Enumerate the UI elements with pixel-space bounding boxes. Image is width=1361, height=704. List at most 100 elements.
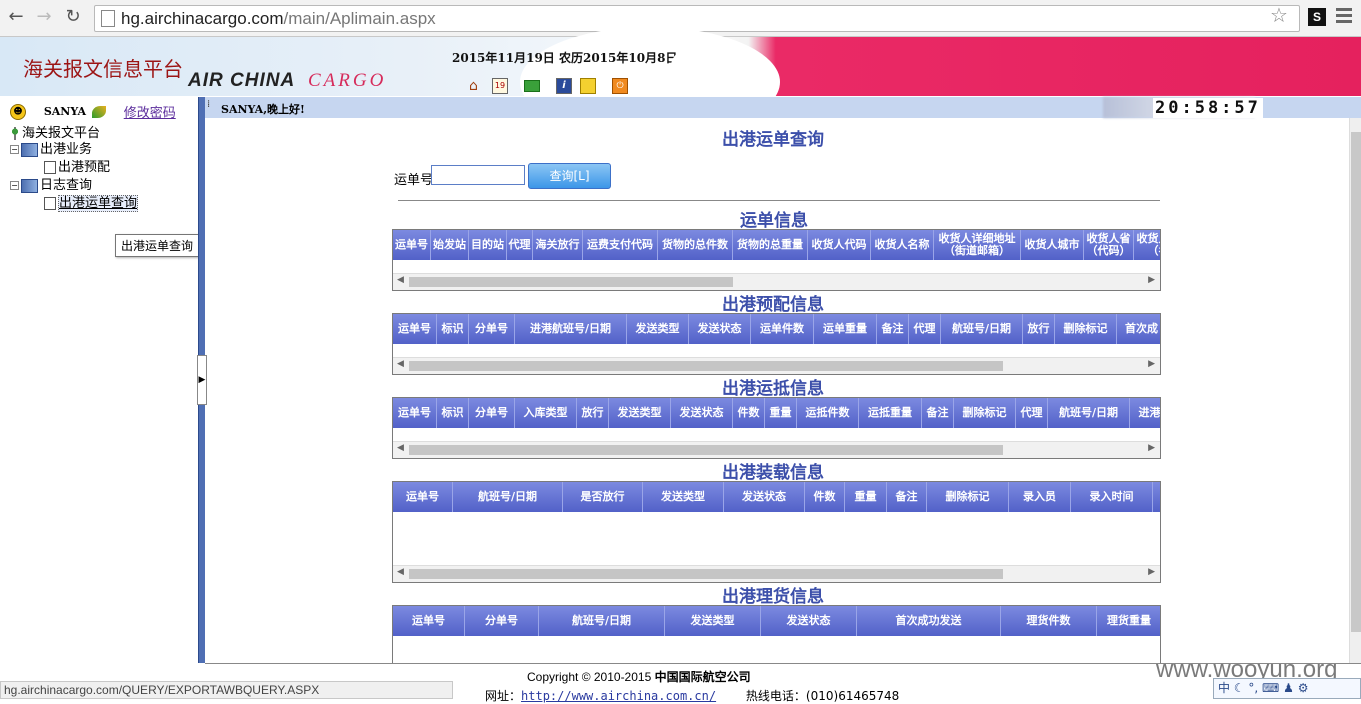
section-title: 出港预配信息	[722, 295, 824, 315]
tree-item-label: 出港运单查询	[58, 195, 139, 212]
horizontal-scrollbar[interactable]: ◀ ▶	[393, 565, 1160, 582]
tree-group-label: 出港业务	[40, 142, 93, 157]
tree-item-label: 出港预配	[58, 160, 111, 175]
site-title: 海关报文信息平台	[23, 57, 183, 81]
info-icon[interactable]: i	[556, 78, 572, 94]
table-header: 运单号 标识 分单号 入库类型 放行 发送类型 发送状态 件数 重量 运抵件数 …	[393, 398, 1160, 428]
column-header: 放行	[577, 398, 609, 428]
book-icon	[21, 178, 38, 193]
column-header: 运单号	[393, 482, 453, 512]
column-header: 删除标记	[954, 398, 1016, 428]
main-content: 出港运单查询 运单号 查询[L] 运单信息 运单号 始发站 目的站 代理 海关放…	[205, 118, 1347, 663]
column-header: 分单号	[465, 606, 539, 636]
url-path: /main/Aplimain.aspx	[283, 9, 436, 28]
tree-root[interactable]: 海关报文平台	[10, 125, 100, 142]
column-header: 删除标记	[927, 482, 1009, 512]
extension-badge[interactable]: S	[1308, 8, 1326, 26]
site-label: 网址：	[485, 689, 522, 703]
column-header: 货物的总重量	[733, 230, 808, 260]
column-header: 分单号	[469, 314, 515, 344]
power-icon[interactable]: ⏻	[612, 78, 628, 94]
table-header: 运单号 始发站 目的站 代理 海关放行 运费支付代码 货物的总件数 货物的总重量…	[393, 230, 1160, 260]
mail-icon[interactable]	[524, 80, 540, 92]
column-header: 标识	[437, 398, 469, 428]
column-header: 运单件数	[751, 314, 814, 344]
column-header: 发送类型	[665, 606, 761, 636]
column-header: 首	[1153, 482, 1160, 512]
key-icon[interactable]	[580, 78, 596, 94]
column-header: 发送状态	[761, 606, 857, 636]
column-header: 发送类型	[627, 314, 689, 344]
site-link[interactable]: http://www.airchina.com.cn/	[521, 689, 716, 703]
copyright: Copyright © 2010-2015 中国国际航空公司	[527, 668, 751, 685]
greeting-text: SANYA,晚上好!	[221, 103, 305, 116]
collapse-icon[interactable]: −	[10, 145, 19, 154]
outbound-tally-table: 运单号 分单号 航班号/日期 发送类型 发送状态 首次成功发送 理货件数 理货重…	[392, 605, 1161, 663]
section-title: 运单信息	[740, 211, 808, 231]
column-header: 运单重量	[814, 314, 877, 344]
change-password-link[interactable]: 修改密码	[124, 106, 176, 121]
horizontal-scrollbar[interactable]: ◀ ▶	[393, 441, 1160, 458]
back-icon[interactable]: ←	[5, 6, 27, 28]
column-header: 发送类型	[643, 482, 724, 512]
column-header: 代理	[1016, 398, 1048, 428]
column-header: 航班号/日期	[941, 314, 1023, 344]
outbound-loading-table: 运单号 航班号/日期 是否放行 发送类型 发送状态 件数 重量 备注 删除标记 …	[392, 481, 1161, 583]
sidebar: ☻ SANYA 修改密码 海关报文平台 − 出港业务 出港预配 − 日志查询 出港运…	[0, 97, 200, 663]
browser-menu-icon[interactable]	[1336, 8, 1352, 26]
ime-toolbar[interactable]: 中 ☾ °, ⌨ ♟ ⚙	[1213, 678, 1361, 699]
tree-group-label: 日志查询	[40, 178, 93, 193]
ime-mode[interactable]: 中	[1218, 681, 1230, 695]
column-header: 进港航班号/日期	[515, 314, 627, 344]
tree-item-awb-query[interactable]: 出港运单查询	[44, 195, 139, 212]
table-header: 运单号 分单号 航班号/日期 发送类型 发送状态 首次成功发送 理货件数 理货重…	[393, 606, 1160, 636]
address-bar[interactable]: hg.airchinacargo.com/main/Aplimain.aspx	[94, 5, 1300, 32]
page-icon	[44, 161, 56, 174]
calendar-icon[interactable]: 19	[492, 78, 508, 94]
airchina-phoenix-logo	[670, 48, 707, 89]
outbound-manifest-table: 运单号 标识 分单号 进港航班号/日期 发送类型 发送状态 运单件数 运单重量 …	[392, 313, 1161, 375]
column-header: 运抵重量	[859, 398, 922, 428]
airchina-logo-text: AIR CHINA	[188, 70, 296, 91]
greeting-bar: ⁞ SANYA,晚上好! 20:58:57	[205, 97, 1361, 118]
column-header: 进港	[1130, 398, 1160, 428]
forward-icon[interactable]: →	[33, 6, 55, 28]
collapse-icon[interactable]: −	[10, 181, 19, 190]
column-header: 航班号/日期	[539, 606, 665, 636]
column-header: 运单号	[393, 230, 431, 260]
column-header: 运单号	[393, 398, 437, 428]
column-header: 收货人省（名	[1134, 230, 1160, 260]
page-title: 出港运单查询	[722, 130, 824, 150]
column-header: 运单号	[393, 314, 437, 344]
column-header: 运单号	[393, 606, 465, 636]
column-header: 是否放行	[563, 482, 643, 512]
company-name: 中国国际航空公司	[654, 670, 751, 684]
horizontal-scrollbar[interactable]: ◀ ▶	[393, 357, 1160, 374]
tree-item-outbound-manifest[interactable]: 出港预配	[44, 159, 110, 176]
tree-group-logs[interactable]: − 日志查询	[10, 177, 92, 194]
url-host: hg.airchinacargo.com	[121, 9, 284, 28]
pin-icon	[10, 127, 20, 140]
search-button[interactable]: 查询[L]	[528, 163, 611, 189]
header-banner: 海关报文信息平台 AIR CHINA CARGO 2015年11月19日 农历2…	[0, 27, 1361, 137]
user-info: ☻ SANYA 修改密码	[10, 102, 176, 121]
column-header: 放行	[1023, 314, 1055, 344]
bookmark-star-icon[interactable]: ☆	[1270, 3, 1288, 27]
column-header: 收货人省（代码）	[1084, 230, 1134, 260]
page-icon	[44, 197, 56, 210]
column-header: 理货重量	[1097, 606, 1160, 636]
column-header: 收货人代码	[808, 230, 871, 260]
column-header: 代理	[507, 230, 533, 260]
vertical-scrollbar[interactable]	[1349, 118, 1361, 663]
column-header: 收货人详细地址（街道邮箱）	[934, 230, 1021, 260]
awb-input[interactable]	[431, 165, 525, 185]
home-icon[interactable]: ⌂	[468, 78, 484, 94]
clock: 20:58:57	[1153, 98, 1263, 118]
tree-group-outbound[interactable]: − 出港业务	[10, 141, 92, 158]
reload-icon[interactable]: ↻	[62, 6, 84, 28]
horizontal-scrollbar[interactable]: ◀ ▶	[393, 273, 1160, 290]
column-header: 分单号	[469, 398, 515, 428]
table-header: 运单号 航班号/日期 是否放行 发送类型 发送状态 件数 重量 备注 删除标记 …	[393, 482, 1160, 512]
column-header: 发送状态	[724, 482, 805, 512]
smiley-icon: ☻	[10, 103, 26, 120]
